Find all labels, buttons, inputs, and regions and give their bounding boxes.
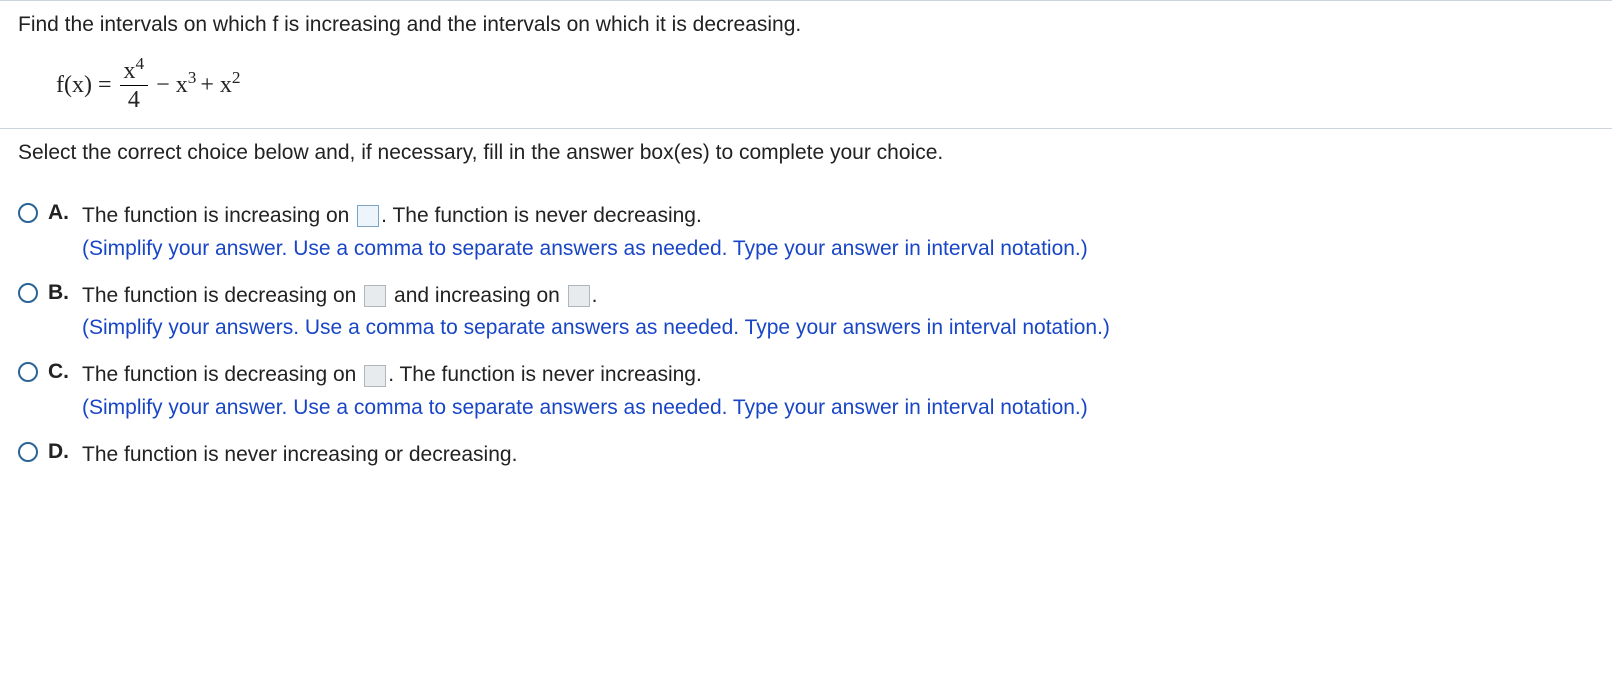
plus-term: + x2 [200,72,240,99]
choice-c-letter: C. [48,358,72,384]
instruction: Select the correct choice below and, if … [0,128,1612,177]
choice-a-body: The function is increasing on . The func… [82,199,1594,261]
choice-b-input-2[interactable] [568,285,590,307]
choice-a-input-1[interactable] [357,205,379,227]
choice-b-body: The function is decreasing on and increa… [82,279,1594,341]
choice-a-hint: (Simplify your answer. Use a comma to se… [82,237,1594,261]
radio-c[interactable] [18,362,38,382]
choice-d: D. The function is never increasing or d… [18,438,1594,472]
equation-block: f(x) = x4 4 − x3 + x2 [0,49,1612,128]
choice-b-main: The function is decreasing on and increa… [82,279,1594,313]
question-prompt: Find the intervals on which f is increas… [0,0,1612,49]
choice-c-hint: (Simplify your answer. Use a comma to se… [82,396,1594,420]
choices-block: A. The function is increasing on . The f… [0,177,1612,499]
choice-d-main: The function is never increasing or decr… [82,438,1594,472]
prompt-text: Find the intervals on which f is increas… [18,13,801,36]
choice-a-main: The function is increasing on . The func… [82,199,1594,233]
equation-row: f(x) = x4 4 − x3 + x2 [56,59,241,112]
lhs: f(x) = [56,72,112,99]
choice-b-letter: B. [48,279,72,305]
fraction: x4 4 [120,59,149,112]
radio-a[interactable] [18,203,38,223]
choice-b: B. The function is decreasing on and inc… [18,279,1594,341]
minus-term: − x3 [156,72,196,99]
choice-a: A. The function is increasing on . The f… [18,199,1594,261]
choice-c-input-1[interactable] [364,365,386,387]
fraction-numerator: x4 [120,59,149,86]
choice-c-body: The function is decreasing on . The func… [82,358,1594,420]
radio-d[interactable] [18,442,38,462]
instruction-text: Select the correct choice below and, if … [18,141,943,164]
choice-c-main: The function is decreasing on . The func… [82,358,1594,392]
radio-b[interactable] [18,283,38,303]
choice-d-letter: D. [48,438,72,464]
choice-c: C. The function is decreasing on . The f… [18,358,1594,420]
choice-d-body: The function is never increasing or decr… [82,438,1594,472]
choice-a-letter: A. [48,199,72,225]
choice-b-hint: (Simplify your answers. Use a comma to s… [82,316,1594,340]
choice-b-input-1[interactable] [364,285,386,307]
fraction-denominator: 4 [124,86,144,112]
